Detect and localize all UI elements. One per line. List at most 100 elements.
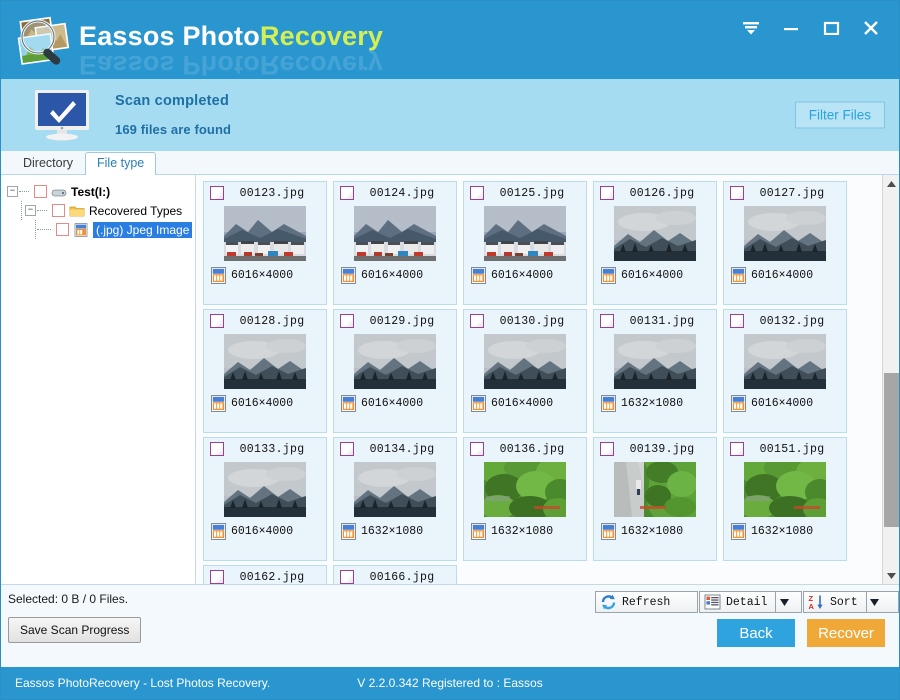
card-header: 00127.jpg	[724, 182, 846, 204]
thumbnail-card[interactable]: 00124.jpg6016×4000	[333, 181, 457, 305]
thumbnail-card[interactable]: 00130.jpg6016×4000	[463, 309, 587, 433]
refresh-button[interactable]: Refresh	[595, 591, 698, 613]
thumbnail-card[interactable]: 00133.jpg6016×4000	[203, 437, 327, 561]
file-name: 00132.jpg	[744, 315, 840, 328]
thumbnail-image	[744, 206, 826, 261]
maximize-button[interactable]	[811, 13, 851, 43]
sort-button[interactable]: ZA Sort	[803, 591, 899, 613]
file-checkbox[interactable]	[340, 570, 354, 584]
thumbnail-card[interactable]: 00151.jpg 1632×1080	[723, 437, 847, 561]
thumbnail-image	[224, 334, 306, 389]
file-name: 00166.jpg	[354, 571, 450, 584]
file-checkbox[interactable]	[210, 314, 224, 328]
thumbnail-image	[614, 334, 696, 389]
app-title: Eassos PhotoRecovery	[79, 23, 383, 50]
thumbnail-card[interactable]: 00166.jpg	[333, 565, 457, 584]
expander-icon[interactable]: −	[25, 205, 36, 216]
thumbnail-card[interactable]: 00139.jpg1632×1080	[593, 437, 717, 561]
jpg-file-icon	[731, 523, 746, 540]
app-title-main: Eassos Photo	[79, 21, 260, 51]
minimize-button[interactable]	[771, 13, 811, 43]
detail-dropdown-arrow-icon[interactable]	[775, 592, 792, 612]
scroll-up-arrow-icon[interactable]	[883, 175, 899, 192]
tree-checkbox[interactable]	[52, 204, 65, 217]
thumbnail-card[interactable]: 00129.jpg6016×4000	[333, 309, 457, 433]
card-header: 00166.jpg	[334, 566, 456, 584]
thumbnail-image	[614, 206, 696, 261]
file-checkbox[interactable]	[340, 442, 354, 456]
detail-view-button[interactable]: Detail	[699, 591, 802, 613]
file-checkbox[interactable]	[730, 442, 744, 456]
thumbnail-card[interactable]: 00136.jpg1632×1080	[463, 437, 587, 561]
thumbnail-card[interactable]: 00132.jpg 6016×4000	[723, 309, 847, 433]
thumbnail-card[interactable]: 00131.jpg1632×1080	[593, 309, 717, 433]
card-header: 00129.jpg	[334, 310, 456, 332]
tree-item-jpeg-image[interactable]: (.jpg) Jpeg Image	[7, 220, 195, 239]
thumbnail-card[interactable]: 00134.jpg1632×1080	[333, 437, 457, 561]
card-header: 00128.jpg	[204, 310, 326, 332]
tab-directory[interactable]: Directory	[11, 152, 85, 175]
file-checkbox[interactable]	[210, 442, 224, 456]
tree-item-drive[interactable]: − Test(I:)	[7, 182, 195, 201]
file-checkbox[interactable]	[730, 314, 744, 328]
thumbnail-card[interactable]: 00128.jpg 6016×4000	[203, 309, 327, 433]
file-dimensions: 6016×4000	[751, 269, 813, 282]
file-checkbox[interactable]	[340, 186, 354, 200]
close-button[interactable]	[851, 13, 891, 43]
card-footer: 6016×4000	[724, 389, 846, 412]
file-dimensions: 6016×4000	[621, 269, 683, 282]
thumbnail-card[interactable]: 00123.jpg6016×4000	[203, 181, 327, 305]
refresh-icon	[600, 594, 617, 610]
expander-icon[interactable]: −	[7, 186, 18, 197]
footer-toolbar: Selected: 0 B / 0 Files. Save Scan Progr…	[1, 584, 899, 667]
file-checkbox[interactable]	[600, 314, 614, 328]
window-controls	[731, 13, 899, 43]
card-footer: 6016×4000	[204, 389, 326, 412]
thumbnail-image	[744, 462, 826, 517]
save-scan-progress-button[interactable]: Save Scan Progress	[8, 617, 141, 643]
file-checkbox[interactable]	[600, 186, 614, 200]
file-checkbox[interactable]	[730, 186, 744, 200]
menu-button[interactable]	[731, 13, 771, 43]
file-checkbox[interactable]	[470, 314, 484, 328]
file-checkbox[interactable]	[210, 570, 224, 584]
application-window: Eassos PhotoRecovery Eassos Photo Recover…	[0, 0, 900, 700]
card-footer: 1632×1080	[724, 517, 846, 540]
jpg-file-icon	[731, 267, 746, 284]
sort-dropdown-arrow-icon[interactable]	[866, 592, 883, 612]
card-footer: 6016×4000	[204, 517, 326, 540]
file-dimensions: 1632×1080	[621, 397, 683, 410]
thumbnail-image	[484, 334, 566, 389]
card-header: 00151.jpg	[724, 438, 846, 460]
thumbnail-card[interactable]: 00127.jpg 6016×4000	[723, 181, 847, 305]
scan-status-title: Scan completed	[115, 93, 231, 109]
tree-checkbox[interactable]	[34, 185, 47, 198]
grid-vertical-scrollbar[interactable]	[882, 175, 899, 584]
thumbnail-image	[224, 206, 306, 261]
tree-item-recovered-types[interactable]: − Recovered Types	[7, 201, 195, 220]
thumbnail-card[interactable]: 00126.jpg 6016×4000	[593, 181, 717, 305]
file-checkbox[interactable]	[600, 442, 614, 456]
file-name: 00123.jpg	[224, 187, 320, 200]
thumbnail-card[interactable]: 00125.jpg6016×4000	[463, 181, 587, 305]
jpg-file-icon	[731, 395, 746, 412]
filter-files-button[interactable]: Filter Files	[795, 102, 885, 129]
thumbnail-image	[744, 334, 826, 389]
sort-label: Sort	[828, 596, 866, 609]
file-dimensions: 6016×4000	[491, 397, 553, 410]
file-checkbox[interactable]	[470, 186, 484, 200]
scroll-down-arrow-icon[interactable]	[883, 567, 899, 584]
file-checkbox[interactable]	[340, 314, 354, 328]
file-checkbox[interactable]	[470, 442, 484, 456]
file-name: 00134.jpg	[354, 443, 450, 456]
thumbnail-card[interactable]: 00162.jpg	[203, 565, 327, 584]
back-button[interactable]: Back	[717, 619, 795, 647]
drive-icon	[51, 185, 67, 199]
file-checkbox[interactable]	[210, 186, 224, 200]
tree-checkbox[interactable]	[56, 223, 69, 236]
scrollbar-thumb[interactable]	[884, 373, 899, 527]
recover-button[interactable]: Recover	[807, 619, 885, 647]
file-dimensions: 1632×1080	[751, 525, 813, 538]
tab-file-type[interactable]: File type	[85, 152, 156, 175]
file-name: 00126.jpg	[614, 187, 710, 200]
